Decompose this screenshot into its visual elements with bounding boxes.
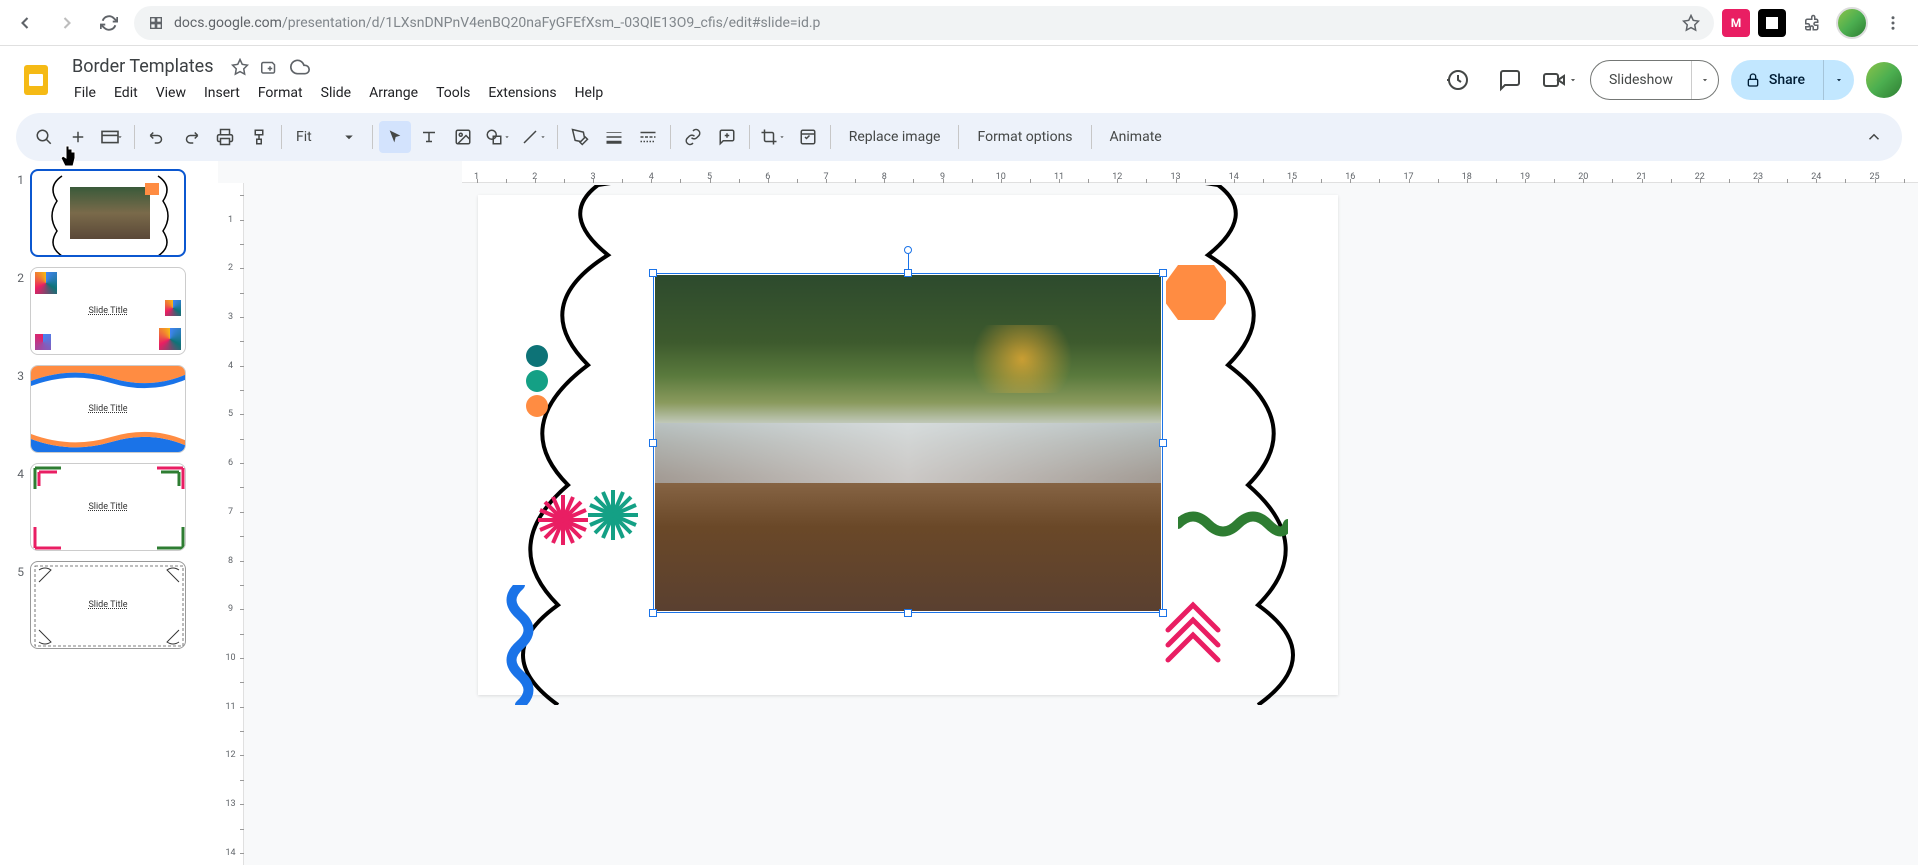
menu-arrange[interactable]: Arrange xyxy=(361,81,426,105)
decoration-circle xyxy=(526,395,548,417)
resize-handle[interactable] xyxy=(649,439,657,447)
meet-button[interactable] xyxy=(1542,60,1578,100)
slide-number: 3 xyxy=(6,365,24,383)
image-tool[interactable] xyxy=(447,121,479,153)
border-dash-button[interactable] xyxy=(632,121,664,153)
browser-profile-avatar[interactable] xyxy=(1836,7,1868,39)
select-tool[interactable] xyxy=(379,121,411,153)
decoration-circle xyxy=(526,345,548,367)
new-slide-layout-button[interactable] xyxy=(96,121,128,153)
decoration-chevron xyxy=(1158,600,1228,670)
resize-handle[interactable] xyxy=(649,609,657,617)
slideshow-dropdown[interactable] xyxy=(1692,70,1718,89)
history-button[interactable] xyxy=(1438,60,1478,100)
slide-number: 1 xyxy=(6,169,24,187)
resize-handle[interactable] xyxy=(649,269,657,277)
link-button[interactable] xyxy=(677,121,709,153)
menu-view[interactable]: View xyxy=(148,81,194,105)
document-title[interactable]: Border Templates xyxy=(66,54,220,79)
slide-number: 5 xyxy=(6,561,24,579)
border-color-button[interactable] xyxy=(564,121,596,153)
slide-number: 4 xyxy=(6,463,24,481)
image-content xyxy=(655,275,1161,611)
slide-number: 2 xyxy=(6,267,24,285)
rotate-handle[interactable] xyxy=(904,246,912,254)
decoration-blob xyxy=(1166,265,1226,320)
decoration-starburst xyxy=(588,490,638,540)
line-tool[interactable] xyxy=(517,121,551,153)
decoration-circle xyxy=(526,370,548,392)
resize-handle[interactable] xyxy=(1159,609,1167,617)
undo-button[interactable] xyxy=(141,121,173,153)
menu-slide[interactable]: Slide xyxy=(313,81,359,105)
browser-menu-button[interactable] xyxy=(1876,6,1910,40)
slide-canvas[interactable] xyxy=(478,195,1338,695)
print-button[interactable] xyxy=(209,121,241,153)
menu-help[interactable]: Help xyxy=(567,81,612,105)
comment-button[interactable] xyxy=(711,121,743,153)
menu-tools[interactable]: Tools xyxy=(428,81,478,105)
canvas-area[interactable]: 1234567891011121314151617181920212223242… xyxy=(218,161,1918,865)
selected-image[interactable] xyxy=(653,273,1163,613)
cloud-status-icon[interactable] xyxy=(290,57,310,77)
resize-handle[interactable] xyxy=(1159,269,1167,277)
menu-extensions[interactable]: Extensions xyxy=(480,81,564,105)
toolbar: Fit Replace image Format options Animate xyxy=(16,113,1902,161)
extension-icon-1[interactable]: M xyxy=(1722,9,1750,37)
crop-button[interactable] xyxy=(756,121,790,153)
extensions-button[interactable] xyxy=(1794,6,1828,40)
decoration-wave xyxy=(1178,509,1288,539)
menu-format[interactable]: Format xyxy=(250,81,311,105)
app-header: Border Templates File Edit View Insert F… xyxy=(0,46,1918,105)
menu-edit[interactable]: Edit xyxy=(106,81,146,105)
slide-panel[interactable]: 1 2 Slide Title 3 Slide Title 4 xyxy=(0,161,218,865)
decoration-starburst xyxy=(538,495,588,545)
redo-button[interactable] xyxy=(175,121,207,153)
reload-button[interactable] xyxy=(92,6,126,40)
vertical-ruler: 1234567891011121314 xyxy=(218,183,244,865)
forward-button[interactable] xyxy=(50,6,84,40)
address-bar[interactable]: docs.google.com/presentation/d/1LXsnDNPn… xyxy=(134,6,1714,40)
share-dropdown[interactable] xyxy=(1823,60,1854,100)
slide-thumbnail-5[interactable]: Slide Title xyxy=(30,561,186,649)
collapse-toolbar-button[interactable] xyxy=(1858,121,1890,153)
back-button[interactable] xyxy=(8,6,42,40)
account-avatar[interactable] xyxy=(1866,62,1902,98)
slide-thumbnail-1[interactable] xyxy=(30,169,186,257)
browser-toolbar: docs.google.com/presentation/d/1LXsnDNPn… xyxy=(0,0,1918,46)
animate-button[interactable]: Animate xyxy=(1098,129,1174,145)
slide-thumbnail-3[interactable]: Slide Title xyxy=(30,365,186,453)
menu-file[interactable]: File xyxy=(66,81,104,105)
format-options-button[interactable]: Format options xyxy=(965,129,1084,145)
search-menus-button[interactable] xyxy=(28,121,60,153)
zoom-selector[interactable]: Fit xyxy=(288,128,366,146)
extension-icon-2[interactable] xyxy=(1758,9,1786,37)
decoration-wave xyxy=(503,585,538,705)
share-button[interactable]: Share xyxy=(1731,60,1854,100)
resize-handle[interactable] xyxy=(1159,439,1167,447)
site-info-icon[interactable] xyxy=(148,15,164,31)
textbox-tool[interactable] xyxy=(413,121,445,153)
slides-logo[interactable] xyxy=(16,60,56,100)
menu-insert[interactable]: Insert xyxy=(196,81,248,105)
replace-image-button[interactable]: Replace image xyxy=(837,129,953,145)
reset-image-button[interactable] xyxy=(792,121,824,153)
horizontal-ruler: 1234567891011121314151617181920212223242… xyxy=(462,161,1918,183)
resize-handle[interactable] xyxy=(904,269,912,277)
new-slide-button[interactable] xyxy=(62,121,94,153)
paint-format-button[interactable] xyxy=(243,121,275,153)
slideshow-button[interactable]: Slideshow xyxy=(1590,60,1719,100)
slide-thumbnail-4[interactable]: Slide Title xyxy=(30,463,186,551)
bookmark-star-icon[interactable] xyxy=(1682,14,1700,32)
star-icon[interactable] xyxy=(230,57,250,77)
url-text: docs.google.com/presentation/d/1LXsnDNPn… xyxy=(174,15,1672,31)
shape-tool[interactable] xyxy=(481,121,515,153)
slide-thumbnail-2[interactable]: Slide Title xyxy=(30,267,186,355)
lock-icon xyxy=(1745,72,1761,88)
border-weight-button[interactable] xyxy=(598,121,630,153)
resize-handle[interactable] xyxy=(904,609,912,617)
move-icon[interactable] xyxy=(260,57,280,77)
menu-bar: File Edit View Insert Format Slide Arran… xyxy=(66,79,1428,105)
comments-button[interactable] xyxy=(1490,60,1530,100)
